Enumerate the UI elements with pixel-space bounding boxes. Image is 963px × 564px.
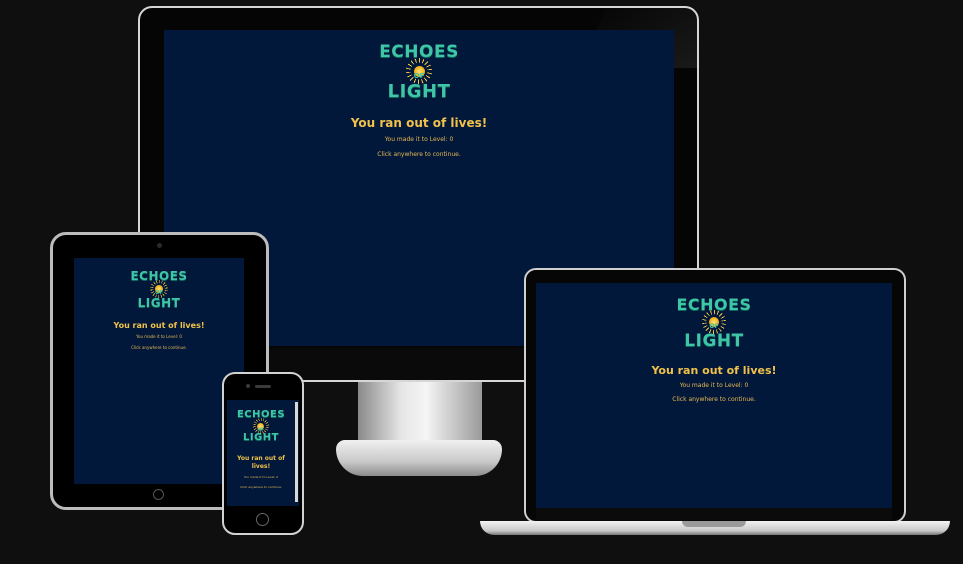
game-over-panel: ECHOES OF LIGHT You ran out of lives! Yo… [74,270,244,350]
game-over-headline: You ran out of lives! [651,364,777,377]
sun-icon: OF [702,310,726,334]
continue-prompt[interactable]: Click anywhere to continue. [377,151,461,158]
game-over-panel: ECHOES OF LIGHT You ran out of lives! Yo… [164,44,674,159]
logo-text-of: OF [709,323,719,330]
level-reached-text: You made it to Level: 0 [136,334,182,339]
game-over-panel: ECHOES OF LIGHT You ran out of lives! Yo… [536,297,892,404]
logo-text-bottom: LIGHT [137,296,181,310]
echoes-of-light-logo: ECHOES OF LIGHT [379,44,459,101]
tablet-camera [157,243,162,248]
game-over-headline: You ran out of lives! [113,321,205,330]
echoes-of-light-logo: ECHOES OF LIGHT [237,410,285,443]
logo-text-bottom: LIGHT [684,331,744,351]
sun-icon: OF [406,58,432,84]
laptop-screen[interactable]: ECHOES OF LIGHT You ran out of lives! Yo… [536,283,892,508]
level-reached-text: You made it to Level: 0 [679,382,749,389]
sun-icon: OF [150,280,168,298]
monitor-stand-neck [358,382,482,446]
phone-scrollbar[interactable] [295,402,298,502]
continue-prompt[interactable]: Click anywhere to continue. [131,345,187,350]
logo-text-of: OF [257,427,265,432]
laptop-notch [682,521,746,527]
phone-camera [246,384,250,388]
level-reached-text: You made it to Level: 0 [243,474,279,479]
phone-speaker [255,385,271,388]
laptop-bezel [536,508,892,520]
logo-text-bottom: LIGHT [242,432,279,443]
continue-prompt[interactable]: Click anywhere to continue. [672,396,756,403]
phone-home-button [256,513,269,526]
logo-text-bottom: LIGHT [387,81,451,102]
echoes-of-light-logo: ECHOES OF LIGHT [130,270,187,309]
monitor-stand-base [336,440,502,476]
logo-text-of: OF [413,72,425,80]
sun-icon: OF [252,418,269,434]
tablet-home-button [153,489,164,500]
logo-text-of: OF [155,290,163,296]
game-over-headline: You ran out of lives! [350,116,488,130]
game-over-headline: You ran out of lives! [237,455,285,470]
tablet-screen[interactable]: ECHOES OF LIGHT You ran out of lives! Yo… [74,258,244,484]
game-over-panel: ECHOES OF LIGHT You ran out of lives! Yo… [227,410,295,489]
level-reached-text: You made it to Level: 0 [384,136,454,143]
phone-screen[interactable]: ECHOES OF LIGHT You ran out of lives! Yo… [227,400,299,506]
echoes-of-light-logo: ECHOES OF LIGHT [676,297,751,350]
continue-prompt[interactable]: Click anywhere to continue. [240,485,282,489]
